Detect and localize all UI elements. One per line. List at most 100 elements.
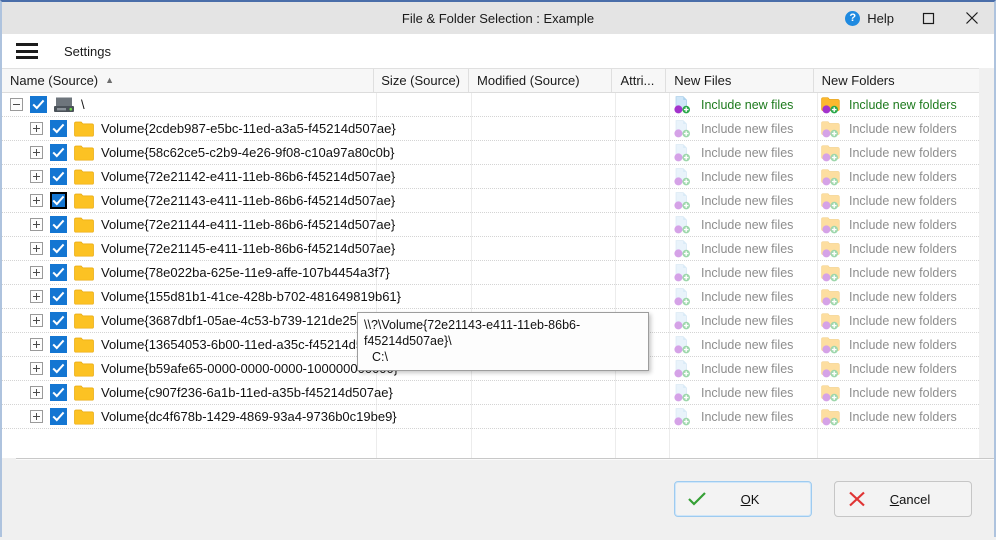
new-folders-cell[interactable]: Include new folders [821,285,957,308]
tree-row[interactable]: Volume{2cdeb987-e5bc-11ed-a3a5-f45214d50… [2,117,979,141]
new-folders-label: Include new folders [849,338,957,352]
tree-row-checkbox[interactable] [50,264,67,281]
tree-row[interactable]: Volume{dc4f678b-1429-4869-93a4-9736b0c19… [2,405,979,429]
new-files-label: Include new files [701,194,793,208]
new-folders-cell[interactable]: Include new folders [821,93,957,116]
new-folders-cell[interactable]: Include new folders [821,117,957,140]
file-tree[interactable]: \Include new filesInclude new foldersVol… [2,93,979,458]
tree-row[interactable]: Volume{58c62ce5-c2b9-4e26-9f08-c10a97a80… [2,141,979,165]
new-files-cell[interactable]: Include new files [673,141,793,164]
tree-expander-expand[interactable] [30,242,43,255]
tree-row-checkbox[interactable] [50,168,67,185]
tree-expander-expand[interactable] [30,290,43,303]
new-folder-icon [821,312,843,330]
tree-expander-expand[interactable] [30,146,43,159]
tree-row[interactable]: Volume{72e21142-e411-11eb-86b6-f45214d50… [2,165,979,189]
hamburger-menu-icon[interactable] [16,43,38,59]
new-folders-cell[interactable]: Include new folders [821,309,957,332]
new-files-cell[interactable]: Include new files [673,381,793,404]
new-folders-cell[interactable]: Include new folders [821,381,957,404]
folder-icon [74,361,94,377]
close-button[interactable] [950,2,994,34]
new-files-cell[interactable]: Include new files [673,309,793,332]
tree-row-checkbox[interactable] [50,288,67,305]
new-files-cell[interactable]: Include new files [673,213,793,236]
column-header-name[interactable]: Name (Source) ▲ [2,69,374,92]
new-files-cell[interactable]: Include new files [673,357,793,380]
tree-expander-expand[interactable] [30,194,43,207]
new-folder-icon [821,288,843,306]
tree-expander-collapse[interactable] [10,98,23,111]
new-files-cell[interactable]: Include new files [673,405,793,428]
new-folder-icon [821,384,843,402]
maximize-button[interactable] [906,2,950,34]
new-files-label: Include new files [701,410,793,424]
new-folders-cell[interactable]: Include new folders [821,141,957,164]
tree-row-label: Volume{72e21142-e411-11eb-86b6-f45214d50… [101,169,395,184]
ok-button[interactable]: OK [674,481,812,517]
new-files-label: Include new files [701,170,793,184]
new-files-cell[interactable]: Include new files [673,285,793,308]
tree-expander-expand[interactable] [30,362,43,375]
new-file-icon [673,336,695,354]
column-header-new-files[interactable]: New Files [666,69,813,92]
tree-expander-expand[interactable] [30,410,43,423]
new-files-label: Include new files [701,218,793,232]
new-folders-cell[interactable]: Include new folders [821,165,957,188]
new-files-cell[interactable]: Include new files [673,117,793,140]
tree-expander-expand[interactable] [30,218,43,231]
tree-expander-expand[interactable] [30,170,43,183]
new-folders-cell[interactable]: Include new folders [821,189,957,212]
tree-row-checkbox[interactable] [50,336,67,353]
tree-expander-expand[interactable] [30,314,43,327]
tree-row[interactable]: Volume{155d81b1-41ce-428b-b702-481649819… [2,285,979,309]
column-header-attributes[interactable]: Attri... [612,69,666,92]
new-folders-cell[interactable]: Include new folders [821,261,957,284]
tree-row[interactable]: \Include new filesInclude new folders [2,93,979,117]
new-file-icon [673,216,695,234]
tree-row-checkbox[interactable] [50,408,67,425]
cancel-button[interactable]: Cancel [834,481,972,517]
new-files-cell[interactable]: Include new files [673,261,793,284]
new-folder-icon [821,192,843,210]
new-files-cell[interactable]: Include new files [673,333,793,356]
tree-row-checkbox[interactable] [50,312,67,329]
column-header-new-folders[interactable]: New Folders [814,69,979,92]
new-files-cell[interactable]: Include new files [673,237,793,260]
new-folders-cell[interactable]: Include new folders [821,357,957,380]
tree-row[interactable]: Volume{c907f236-6a1b-11ed-a35b-f45214d50… [2,381,979,405]
tree-row-label: Volume{13654053-6b00-11ed-a35c-f45214d50… [101,337,396,352]
tree-expander-expand[interactable] [30,386,43,399]
new-files-label: Include new files [701,266,793,280]
new-files-cell[interactable]: Include new files [673,165,793,188]
tree-row-checkbox[interactable] [50,144,67,161]
tree-row-checkbox[interactable] [50,120,67,137]
new-folders-cell[interactable]: Include new folders [821,237,957,260]
help-button[interactable]: ? Help [833,2,906,34]
tree-row-checkbox[interactable] [50,360,67,377]
tree-row[interactable]: Volume{72e21145-e411-11eb-86b6-f45214d50… [2,237,979,261]
tree-row-checkbox[interactable] [50,216,67,233]
tree-row-label: Volume{155d81b1-41ce-428b-b702-481649819… [101,289,401,304]
tree-row-checkbox[interactable] [30,96,47,113]
new-files-cell[interactable]: Include new files [673,93,793,116]
tree-row[interactable]: Volume{72e21143-e411-11eb-86b6-f45214d50… [2,189,979,213]
tree-row[interactable]: Volume{72e21144-e411-11eb-86b6-f45214d50… [2,213,979,237]
folder-icon [74,169,94,185]
tree-expander-expand[interactable] [30,266,43,279]
new-folders-cell[interactable]: Include new folders [821,405,957,428]
column-header-modified[interactable]: Modified (Source) [469,69,612,92]
tree-row-checkbox[interactable] [50,192,67,209]
tree-row[interactable]: Volume{78e022ba-625e-11e9-affe-107b4454a… [2,261,979,285]
new-files-cell[interactable]: Include new files [673,189,793,212]
new-files-label: Include new files [701,386,793,400]
new-file-icon [673,312,695,330]
column-header-size[interactable]: Size (Source) [374,69,469,92]
tree-row-checkbox[interactable] [50,240,67,257]
tree-expander-expand[interactable] [30,338,43,351]
tree-row-checkbox[interactable] [50,384,67,401]
new-folders-cell[interactable]: Include new folders [821,213,957,236]
tree-expander-expand[interactable] [30,122,43,135]
new-folders-cell[interactable]: Include new folders [821,333,957,356]
menu-item-settings[interactable]: Settings [60,42,115,61]
